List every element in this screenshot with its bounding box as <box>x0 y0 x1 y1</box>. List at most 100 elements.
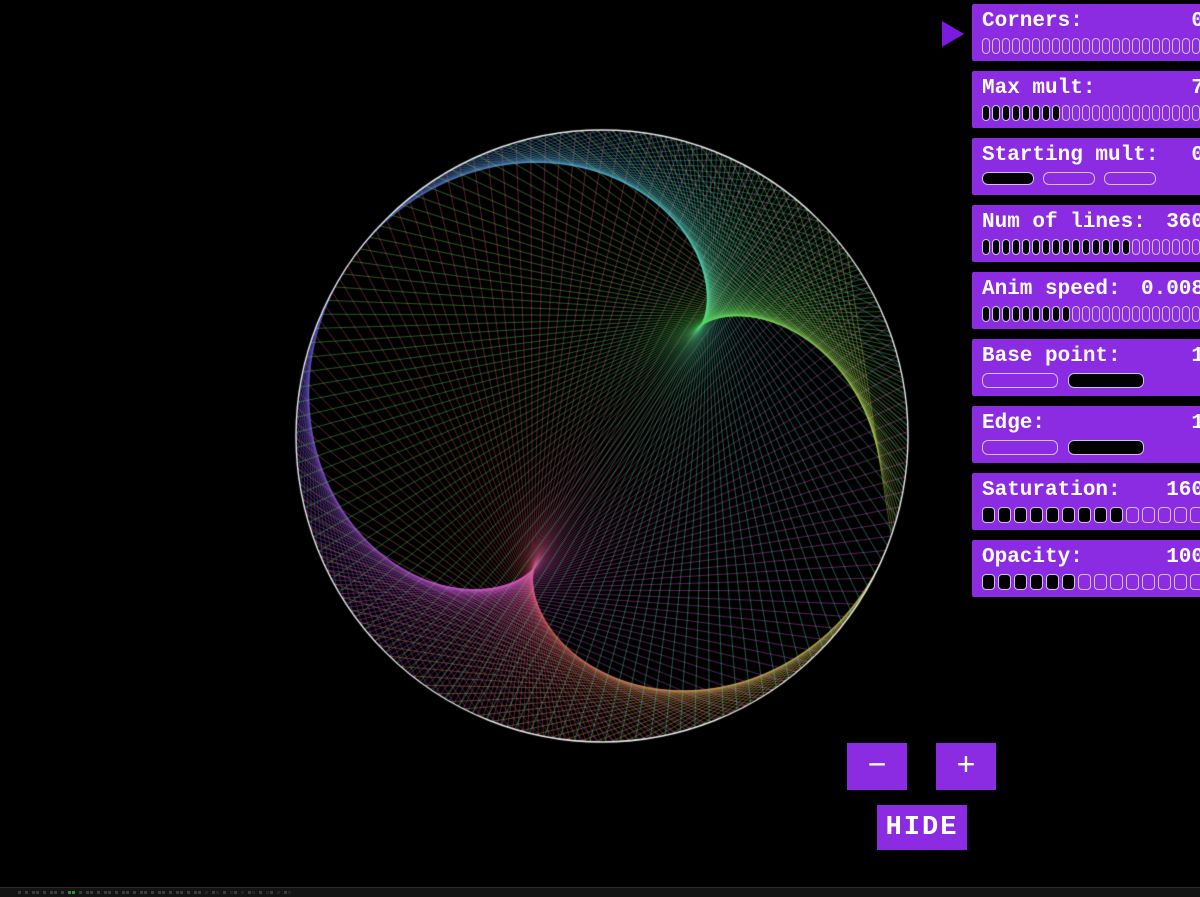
slider-cell-max-mult-18[interactable] <box>1162 105 1170 121</box>
slider-cell-anim-speed-13[interactable] <box>1112 306 1120 322</box>
slider-cell-anim-speed-1[interactable] <box>992 306 1000 322</box>
slider-cell-num-lines-19[interactable] <box>1172 239 1180 255</box>
slider-cell-edge-0[interactable] <box>982 440 1058 455</box>
slider-cell-saturation-4[interactable] <box>1046 507 1059 523</box>
slider-cell-corners-10[interactable] <box>1082 38 1090 54</box>
slider-cell-anim-speed-14[interactable] <box>1122 306 1130 322</box>
slider-cell-max-mult-2[interactable] <box>1002 105 1010 121</box>
slider-cell-num-lines-10[interactable] <box>1082 239 1090 255</box>
slider-cell-num-lines-5[interactable] <box>1032 239 1040 255</box>
slider-cell-max-mult-17[interactable] <box>1152 105 1160 121</box>
slider-cell-opacity-13[interactable] <box>1190 574 1200 590</box>
slider-cell-anim-speed-11[interactable] <box>1092 306 1100 322</box>
slider-cell-opacity-6[interactable] <box>1078 574 1091 590</box>
slider-cell-corners-5[interactable] <box>1032 38 1040 54</box>
slider-cell-opacity-4[interactable] <box>1046 574 1059 590</box>
slider-cell-anim-speed-17[interactable] <box>1152 306 1160 322</box>
slider-cell-max-mult-13[interactable] <box>1112 105 1120 121</box>
slider-cell-opacity-1[interactable] <box>998 574 1011 590</box>
saturation-slider[interactable] <box>982 507 1200 523</box>
slider-cell-base-point-0[interactable] <box>982 373 1058 388</box>
slider-cell-max-mult-15[interactable] <box>1132 105 1140 121</box>
slider-cell-num-lines-9[interactable] <box>1072 239 1080 255</box>
slider-cell-corners-13[interactable] <box>1112 38 1120 54</box>
slider-cell-anim-speed-10[interactable] <box>1082 306 1090 322</box>
slider-cell-opacity-12[interactable] <box>1174 574 1187 590</box>
slider-cell-corners-6[interactable] <box>1042 38 1050 54</box>
slider-cell-max-mult-19[interactable] <box>1172 105 1180 121</box>
num-lines-slider[interactable] <box>982 239 1200 255</box>
slider-cell-max-mult-10[interactable] <box>1082 105 1090 121</box>
slider-cell-num-lines-7[interactable] <box>1052 239 1060 255</box>
base-point-toggle[interactable] <box>982 373 1200 388</box>
slider-cell-max-mult-9[interactable] <box>1072 105 1080 121</box>
slider-cell-num-lines-2[interactable] <box>1002 239 1010 255</box>
slider-cell-anim-speed-16[interactable] <box>1142 306 1150 322</box>
slider-cell-corners-15[interactable] <box>1132 38 1140 54</box>
slider-cell-corners-18[interactable] <box>1162 38 1170 54</box>
slider-cell-saturation-7[interactable] <box>1094 507 1107 523</box>
slider-cell-num-lines-6[interactable] <box>1042 239 1050 255</box>
slider-cell-corners-12[interactable] <box>1102 38 1110 54</box>
slider-cell-anim-speed-9[interactable] <box>1072 306 1080 322</box>
slider-cell-corners-16[interactable] <box>1142 38 1150 54</box>
slider-cell-edge-1[interactable] <box>1068 440 1144 455</box>
slider-cell-num-lines-3[interactable] <box>1012 239 1020 255</box>
slider-cell-num-lines-0[interactable] <box>982 239 990 255</box>
slider-cell-max-mult-1[interactable] <box>992 105 1000 121</box>
slider-cell-anim-speed-2[interactable] <box>1002 306 1010 322</box>
slider-cell-saturation-3[interactable] <box>1030 507 1043 523</box>
slider-cell-corners-8[interactable] <box>1062 38 1070 54</box>
slider-cell-num-lines-18[interactable] <box>1162 239 1170 255</box>
max-mult-slider[interactable] <box>982 105 1200 121</box>
corners-slider[interactable] <box>982 38 1200 54</box>
opacity-slider[interactable] <box>982 574 1200 590</box>
slider-cell-max-mult-12[interactable] <box>1102 105 1110 121</box>
slider-cell-saturation-8[interactable] <box>1110 507 1123 523</box>
slider-cell-starting-mult-1[interactable] <box>1043 172 1095 185</box>
slider-cell-anim-speed-0[interactable] <box>982 306 990 322</box>
slider-cell-anim-speed-20[interactable] <box>1182 306 1190 322</box>
slider-cell-max-mult-6[interactable] <box>1042 105 1050 121</box>
slider-cell-corners-2[interactable] <box>1002 38 1010 54</box>
starting-mult-selector[interactable] <box>982 172 1200 185</box>
slider-cell-opacity-11[interactable] <box>1158 574 1171 590</box>
slider-cell-corners-14[interactable] <box>1122 38 1130 54</box>
slider-cell-saturation-1[interactable] <box>998 507 1011 523</box>
slider-cell-starting-mult-0[interactable] <box>982 172 1034 185</box>
slider-cell-anim-speed-3[interactable] <box>1012 306 1020 322</box>
slider-cell-saturation-9[interactable] <box>1126 507 1139 523</box>
slider-cell-opacity-5[interactable] <box>1062 574 1075 590</box>
slider-cell-max-mult-5[interactable] <box>1032 105 1040 121</box>
slider-cell-num-lines-13[interactable] <box>1112 239 1120 255</box>
slider-cell-max-mult-0[interactable] <box>982 105 990 121</box>
slider-cell-max-mult-14[interactable] <box>1122 105 1130 121</box>
slider-cell-saturation-0[interactable] <box>982 507 995 523</box>
slider-cell-saturation-6[interactable] <box>1078 507 1091 523</box>
slider-cell-corners-3[interactable] <box>1012 38 1020 54</box>
slider-cell-corners-21[interactable] <box>1192 38 1200 54</box>
slider-cell-num-lines-16[interactable] <box>1142 239 1150 255</box>
slider-cell-corners-19[interactable] <box>1172 38 1180 54</box>
slider-cell-anim-speed-12[interactable] <box>1102 306 1110 322</box>
slider-cell-num-lines-12[interactable] <box>1102 239 1110 255</box>
slider-cell-saturation-10[interactable] <box>1142 507 1155 523</box>
slider-cell-saturation-13[interactable] <box>1190 507 1200 523</box>
slider-cell-opacity-9[interactable] <box>1126 574 1139 590</box>
slider-cell-max-mult-7[interactable] <box>1052 105 1060 121</box>
slider-cell-num-lines-14[interactable] <box>1122 239 1130 255</box>
slider-cell-num-lines-20[interactable] <box>1182 239 1190 255</box>
slider-cell-max-mult-4[interactable] <box>1022 105 1030 121</box>
slider-cell-num-lines-4[interactable] <box>1022 239 1030 255</box>
slider-cell-corners-0[interactable] <box>982 38 990 54</box>
slider-cell-anim-speed-5[interactable] <box>1032 306 1040 322</box>
slider-cell-max-mult-3[interactable] <box>1012 105 1020 121</box>
slider-cell-num-lines-15[interactable] <box>1132 239 1140 255</box>
slider-cell-corners-20[interactable] <box>1182 38 1190 54</box>
slider-cell-anim-speed-18[interactable] <box>1162 306 1170 322</box>
slider-cell-base-point-1[interactable] <box>1068 373 1144 388</box>
slider-cell-corners-7[interactable] <box>1052 38 1060 54</box>
slider-cell-corners-4[interactable] <box>1022 38 1030 54</box>
anim-speed-slider[interactable] <box>982 306 1200 322</box>
slider-cell-num-lines-1[interactable] <box>992 239 1000 255</box>
